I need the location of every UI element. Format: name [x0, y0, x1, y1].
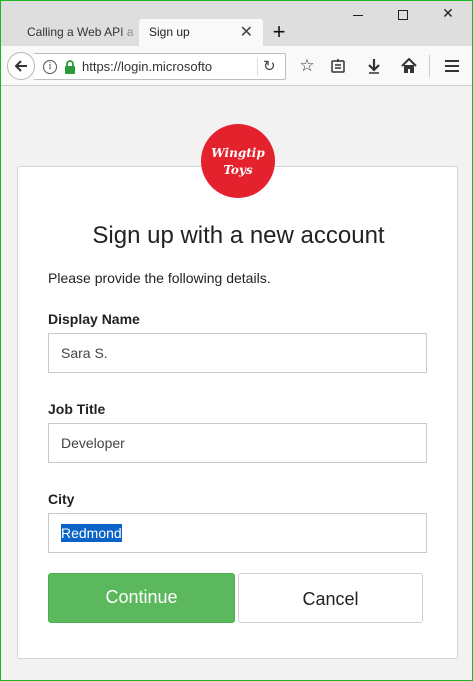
- url-text: https://login.microsofto: [82, 59, 232, 74]
- menu-icon[interactable]: [440, 54, 464, 78]
- job-title-label: Job Title: [48, 401, 106, 417]
- new-tab-icon[interactable]: +: [268, 19, 290, 46]
- cancel-button[interactable]: Cancel: [238, 573, 423, 623]
- back-arrow-icon: [14, 60, 27, 72]
- home-icon[interactable]: [397, 54, 421, 78]
- display-name-field[interactable]: Sara S.: [48, 333, 427, 373]
- navigation-toolbar: i https://login.microsofto ↻ ☆: [1, 46, 472, 86]
- reload-icon[interactable]: ↻: [263, 57, 276, 75]
- close-window-icon[interactable]: ✕: [436, 5, 460, 25]
- tab-calling-web-api[interactable]: Calling a Web API a: [17, 19, 141, 46]
- display-name-label: Display Name: [48, 311, 140, 327]
- back-button[interactable]: [7, 52, 35, 80]
- company-logo: Wingtip Toys: [201, 124, 275, 198]
- browser-window: Calling a Web API a Sign up ✕ + ✕ i http…: [0, 0, 473, 681]
- download-icon[interactable]: [362, 54, 386, 78]
- bookmark-star-icon[interactable]: ☆: [295, 54, 319, 78]
- maximize-icon[interactable]: [391, 5, 415, 25]
- page-title: Sign up with a new account: [92, 222, 385, 249]
- reading-list-icon[interactable]: [326, 54, 350, 78]
- tab-label: Calling a Web API a: [27, 25, 134, 39]
- lock-icon: [64, 59, 76, 75]
- tab-sign-up[interactable]: Sign up ✕: [139, 19, 263, 46]
- city-field[interactable]: Redmond: [48, 513, 427, 553]
- info-icon[interactable]: i: [43, 60, 57, 74]
- continue-button[interactable]: Continue: [48, 573, 235, 623]
- signup-card: Sign up with a new account Please provid…: [17, 166, 458, 659]
- url-bar[interactable]: i https://login.microsofto ↻: [34, 53, 286, 80]
- selected-text: Redmond: [61, 524, 122, 542]
- minimize-icon[interactable]: [346, 5, 370, 25]
- tab-strip: Calling a Web API a Sign up ✕ + ✕: [1, 1, 472, 46]
- intro-text: Please provide the following details.: [48, 270, 271, 286]
- tab-label: Sign up: [149, 25, 190, 39]
- city-label: City: [48, 491, 75, 507]
- close-tab-icon[interactable]: ✕: [240, 19, 253, 46]
- job-title-field[interactable]: Developer: [48, 423, 427, 463]
